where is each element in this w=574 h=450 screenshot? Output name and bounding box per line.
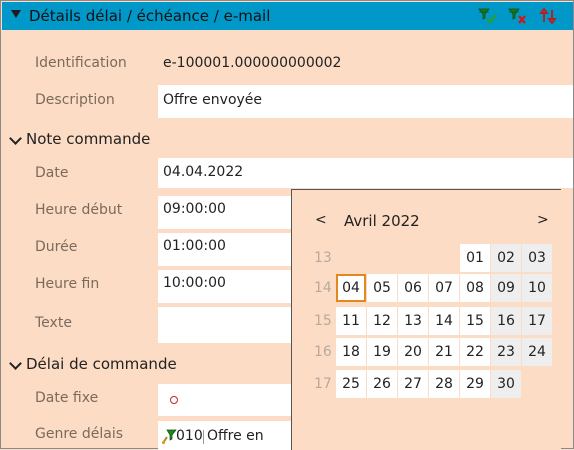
end-time-value: 10:00:00 — [163, 275, 226, 291]
calendar-day[interactable]: 26 — [367, 370, 397, 398]
description-field[interactable]: Offre envoyée — [158, 85, 573, 118]
calendar-day[interactable]: 19 — [367, 338, 397, 366]
calendar-day[interactable]: 12 — [367, 307, 397, 335]
week-number: 17 — [314, 376, 332, 392]
calendar-day[interactable]: 09 — [491, 274, 521, 302]
fixed-date-field[interactable] — [158, 384, 291, 416]
panel-header[interactable]: Détails délai / échéance / e-mail — [2, 2, 573, 30]
start-time-value: 09:00:00 — [163, 201, 226, 217]
calendar-day[interactable]: 13 — [398, 307, 428, 335]
calendar-day[interactable]: 14 — [429, 307, 459, 335]
calendar-day[interactable]: 30 — [491, 370, 521, 398]
filter-remove-icon[interactable] — [508, 7, 528, 25]
collapse-triangle-icon[interactable] — [11, 10, 21, 18]
filter-flag-icon — [161, 429, 177, 444]
calendar-day[interactable]: 21 — [429, 338, 459, 366]
end-time-field[interactable]: 10:00:00 — [158, 270, 291, 303]
calendar-day[interactable]: 29 — [460, 370, 490, 398]
calendar-day[interactable]: 20 — [398, 338, 428, 366]
identification-value: e-100001.000000000002 — [163, 55, 342, 71]
date-value: 04.04.2022 — [163, 164, 244, 180]
week-number: 16 — [314, 344, 332, 360]
calendar-day[interactable]: 25 — [336, 370, 366, 398]
calendar-day[interactable]: 17 — [522, 307, 552, 335]
fixed-date-label: Date fixe — [35, 390, 99, 406]
panel-title: Détails délai / échéance / e-mail — [29, 7, 271, 25]
section-note-commande[interactable]: Note commande — [8, 130, 150, 148]
chevron-down-icon — [9, 356, 22, 370]
calendar-month-label: Avril 2022 — [344, 212, 420, 230]
duration-value: 01:00:00 — [163, 238, 226, 254]
calendar-day[interactable]: 11 — [336, 307, 366, 335]
calendar-day[interactable]: 28 — [429, 370, 459, 398]
text-label: Texte — [35, 315, 72, 331]
details-panel: Détails délai / échéance / e-mail Identi… — [0, 0, 574, 450]
section-title: Note commande — [26, 130, 151, 148]
calendar-day[interactable]: 27 — [398, 370, 428, 398]
description-label: Description — [35, 92, 115, 108]
delay-type-label: Genre délais — [35, 426, 123, 442]
identification-label: Identification — [35, 55, 127, 71]
chevron-down-icon — [9, 131, 22, 145]
date-picker-popup: < Avril 2022 > 13 01 02 03 14 04 05 06 07 08 09 10 1… — [291, 189, 561, 450]
calendar-day[interactable]: 10 — [522, 274, 552, 302]
calendar-day[interactable]: 02 — [491, 244, 521, 272]
start-time-field[interactable]: 09:00:00 — [158, 196, 291, 229]
swap-arrows-icon[interactable] — [538, 7, 558, 25]
description-value: Offre envoyée — [163, 92, 263, 108]
calendar-day[interactable]: 15 — [460, 307, 490, 335]
filter-check-icon[interactable] — [478, 7, 498, 25]
calendar-day[interactable]: 03 — [522, 244, 552, 272]
radio-button[interactable] — [170, 396, 178, 404]
next-month-button[interactable]: > — [537, 212, 549, 228]
calendar-day[interactable]: 23 — [491, 338, 521, 366]
section-delai-commande[interactable]: Délai de commande — [8, 355, 177, 373]
calendar-day[interactable]: 24 — [522, 338, 552, 366]
calendar-day[interactable]: 22 — [460, 338, 490, 366]
week-number: 14 — [314, 280, 332, 296]
date-field[interactable]: 04.04.2022 — [158, 158, 573, 188]
duration-field[interactable]: 01:00:00 — [158, 233, 291, 266]
week-number: 15 — [314, 313, 332, 329]
calendar-day[interactable]: 08 — [460, 274, 490, 302]
calendar-day[interactable]: 01 — [460, 244, 490, 272]
week-number: 13 — [314, 250, 332, 266]
calendar-day[interactable]: 07 — [429, 274, 459, 302]
delay-type-field[interactable]: 010 Offre en — [158, 421, 291, 450]
delay-type-code: 010 — [176, 428, 203, 444]
calendar-day[interactable]: 05 — [367, 274, 397, 302]
calendar-day[interactable]: 18 — [336, 338, 366, 366]
date-label: Date — [35, 165, 69, 181]
end-time-label: Heure fin — [35, 276, 100, 292]
prev-month-button[interactable]: < — [315, 212, 327, 228]
text-field[interactable] — [158, 307, 291, 343]
calendar-day-selected[interactable]: 04 — [336, 274, 366, 302]
duration-label: Durée — [35, 239, 78, 255]
start-time-label: Heure début — [35, 202, 123, 218]
calendar-day[interactable]: 16 — [491, 307, 521, 335]
section-title: Délai de commande — [26, 355, 177, 373]
calendar-day[interactable]: 06 — [398, 274, 428, 302]
delay-type-value: Offre en — [207, 428, 264, 444]
code-separator — [203, 430, 204, 444]
